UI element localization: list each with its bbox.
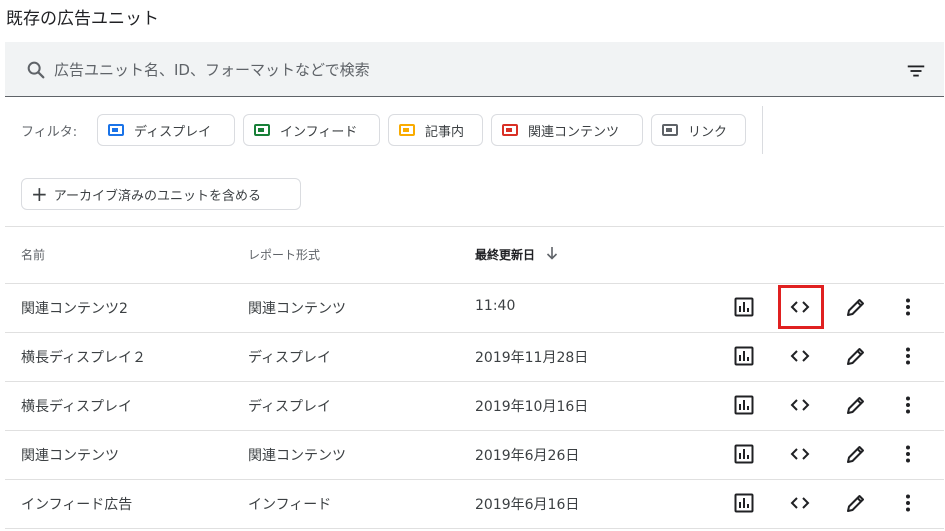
last-updated: 2019年6月26日 [475, 448, 580, 464]
last-updated: 2019年10月16日 [475, 399, 589, 415]
last-updated: 2019年11月28日 [475, 350, 589, 366]
row-divider [5, 528, 944, 529]
more-vert-icon[interactable] [896, 295, 920, 319]
row-divider [5, 381, 944, 382]
pencil-icon[interactable] [844, 442, 868, 466]
code-icon[interactable] [788, 491, 812, 515]
bar-chart-icon[interactable] [732, 393, 756, 417]
chip-in-article[interactable]: 記事内 [388, 114, 483, 146]
unit-name[interactable]: インフィード広告 [21, 494, 132, 514]
filter-list-icon[interactable] [905, 60, 927, 82]
chip-label: 記事内 [425, 124, 465, 140]
unit-name[interactable]: 関連コンテンツ2 [21, 298, 128, 318]
chip-link[interactable]: リンク [651, 114, 746, 146]
row-divider [5, 479, 944, 480]
chip-display[interactable]: ディスプレイ [97, 114, 235, 146]
row-divider [5, 332, 944, 333]
chip-infeed[interactable]: インフィード [243, 114, 380, 146]
row-divider [5, 430, 944, 431]
unit-name[interactable]: 横長ディスプレイ [21, 396, 132, 416]
column-header-last-updated[interactable]: 最終更新日 [475, 246, 535, 263]
report-format: 関連コンテンツ [248, 448, 346, 464]
report-format: ディスプレイ [248, 399, 332, 415]
column-header-report-format[interactable]: レポート形式 [248, 246, 320, 263]
more-vert-icon[interactable] [896, 442, 920, 466]
arrow-down-icon[interactable] [545, 245, 559, 261]
in-article-format-icon [399, 124, 415, 136]
bar-chart-icon[interactable] [732, 491, 756, 515]
plus-icon: + [31, 182, 48, 206]
page-title: 既存の広告ユニット [6, 9, 159, 29]
bar-chart-icon[interactable] [732, 295, 756, 319]
unit-name[interactable]: 横長ディスプレイ２ [21, 347, 146, 367]
unit-name[interactable]: 関連コンテンツ [21, 445, 119, 465]
pencil-icon[interactable] [844, 344, 868, 368]
chip-label: リンク [688, 124, 728, 140]
report-format: 関連コンテンツ [248, 301, 346, 317]
chip-related-content[interactable]: 関連コンテンツ [491, 114, 643, 146]
report-format: ディスプレイ [248, 350, 332, 366]
code-icon[interactable] [788, 344, 812, 368]
pencil-icon[interactable] [844, 393, 868, 417]
bar-chart-icon[interactable] [732, 344, 756, 368]
chip-label: 関連コンテンツ [528, 124, 620, 140]
display-format-icon [108, 124, 124, 136]
last-updated: 2019年6月16日 [475, 497, 580, 513]
code-icon[interactable] [788, 393, 812, 417]
chip-label: インフィード [280, 124, 358, 140]
search-bar[interactable]: 広告ユニット名、ID、フォーマットなどで検索 [5, 42, 944, 97]
bar-chart-icon[interactable] [732, 442, 756, 466]
search-input[interactable]: 広告ユニット名、ID、フォーマットなどで検索 [54, 59, 370, 80]
filter-label: フィルタ: [21, 125, 78, 140]
chip-label: ディスプレイ [134, 124, 212, 140]
more-vert-icon[interactable] [896, 344, 920, 368]
infeed-format-icon [254, 124, 270, 136]
link-format-icon [662, 124, 678, 136]
filter-divider [762, 106, 763, 154]
divider [5, 226, 944, 227]
more-vert-icon[interactable] [896, 393, 920, 417]
archive-button-label: アーカイブ済みのユニットを含める [53, 188, 261, 204]
related-content-format-icon [502, 124, 518, 136]
pencil-icon[interactable] [844, 295, 868, 319]
code-icon[interactable] [788, 442, 812, 466]
divider [5, 283, 944, 284]
more-vert-icon[interactable] [896, 491, 920, 515]
include-archived-button[interactable]: + アーカイブ済みのユニットを含める [21, 178, 301, 210]
last-updated: 11:40 [475, 298, 516, 314]
pencil-icon[interactable] [844, 491, 868, 515]
search-icon [27, 61, 45, 79]
column-header-name[interactable]: 名前 [21, 246, 45, 263]
report-format: インフィード [248, 497, 332, 513]
code-icon[interactable] [788, 295, 812, 319]
